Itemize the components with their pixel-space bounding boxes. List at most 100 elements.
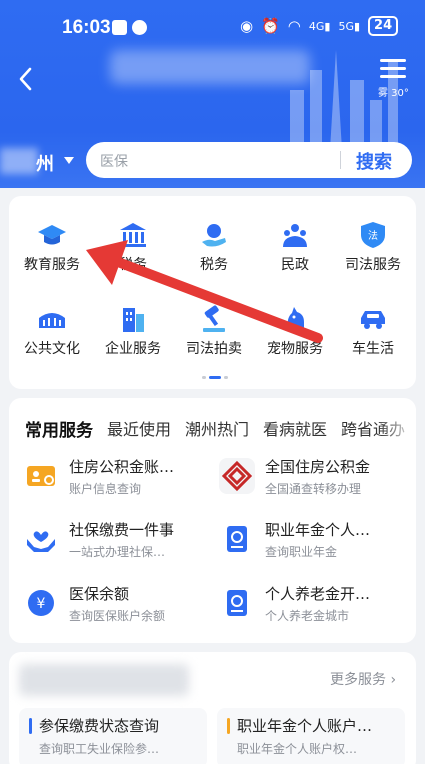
chevron-right-icon: › — [390, 672, 397, 688]
chevron-down-icon[interactable] — [64, 157, 74, 164]
housing-fund-logo-icon — [219, 458, 255, 494]
hands-heart-icon — [27, 531, 55, 552]
more-item-subtitle: 职业年金个人账户权… — [237, 742, 358, 756]
common-services-card: 常用服务 最近使用 潮州热门 看病就医 跨省通办 住房公积金账… 账户信息查询 … — [9, 398, 416, 643]
service-subtitle: 查询医保账户余额 — [69, 609, 166, 623]
tab-medical[interactable]: 看病就医 — [263, 416, 327, 441]
wifi-icon: ◠ — [287, 17, 301, 35]
service-subtitle: 账户信息查询 — [69, 482, 142, 496]
service-item-occupational-annuity[interactable]: 职业年金个人… 查询职业年金 — [219, 517, 409, 561]
grid-item-tax-1[interactable]: 税务 — [93, 220, 173, 300]
graduation-cap-icon — [38, 225, 66, 245]
grid-item-judicial-auction[interactable]: 司法拍卖 — [174, 304, 254, 384]
bank-building-icon — [120, 223, 146, 247]
hand-service-icon — [202, 224, 226, 247]
grid-item-label: 民政 — [281, 257, 309, 273]
city-selector[interactable]: 州 — [0, 148, 60, 175]
search-bar[interactable]: 医保 搜索 — [86, 142, 412, 178]
service-title: 全国住房公积金 — [265, 458, 371, 476]
service-title: 社保缴费一件事 — [69, 521, 175, 539]
gavel-icon — [203, 305, 225, 332]
service-subtitle: 全国通查转移办理 — [265, 482, 362, 496]
more-item-title: 参保缴费状态查询 — [39, 717, 160, 735]
city-name: 州 — [36, 154, 54, 175]
grid-item-enterprise[interactable]: 企业服务 — [93, 304, 173, 384]
grid-item-label: 司法服务 — [345, 257, 401, 273]
service-grid: 教育服务 税务 税务 民政 法 司法服务 公共文化 企业服务 司法拍卖 宠物服务… — [9, 196, 416, 389]
menu-icon[interactable] — [378, 56, 408, 82]
signal-4g-icon: 4G▮ — [308, 19, 331, 33]
more-item-insurance-status[interactable]: 参保缴费状态查询 查询职工失业保险参… — [19, 708, 207, 764]
more-item-annuity-account[interactable]: 职业年金个人账户… 职业年金个人账户权… — [217, 708, 405, 764]
service-title: 住房公积金账… — [69, 458, 175, 476]
service-title: 医保余额 — [69, 585, 130, 603]
svg-text:¥: ¥ — [37, 596, 46, 612]
grid-item-education[interactable]: 教育服务 — [12, 220, 92, 300]
alarm-icon: ⏰ — [261, 17, 280, 35]
office-building-icon — [123, 308, 144, 332]
accent-bar — [227, 718, 230, 734]
grid-item-car-life[interactable]: 车生活 — [333, 304, 413, 384]
service-subtitle: 查询职业年金 — [265, 545, 338, 559]
more-services-link[interactable]: 更多服务 › — [330, 669, 396, 689]
more-services-card: 更多服务 › 参保缴费状态查询 查询职工失业保险参… 职业年金个人账户… 职业年… — [9, 652, 416, 764]
app-header: 16:03 ◉ ⏰ ◠ 4G▮ 5G▮ 24 雾 30° 州 医保 搜索 — [0, 0, 425, 188]
battery-icon: 24 — [368, 16, 399, 36]
section-title-blurred — [19, 664, 189, 696]
grid-item-tax-2[interactable]: 税务 — [174, 220, 254, 300]
service-item-medical-balance[interactable]: ¥ 医保余额 查询医保账户余额 — [23, 581, 213, 625]
city-name-blurred — [0, 148, 38, 174]
yuan-coin-icon: ¥ — [28, 590, 54, 616]
search-button[interactable]: 搜索 — [356, 148, 392, 174]
grid-item-label: 税务 — [200, 257, 228, 273]
back-icon[interactable] — [12, 64, 42, 94]
grid-item-label: 司法拍卖 — [186, 341, 242, 357]
grid-item-judicial-service[interactable]: 法 司法服务 — [333, 220, 413, 300]
eye-icon: ◉ — [240, 17, 254, 35]
document-search-icon — [227, 590, 247, 616]
service-item-social-insurance[interactable]: 社保缴费一件事 一站式办理社保… — [23, 517, 213, 561]
weather-label: 雾 30° — [378, 88, 409, 99]
service-title: 个人养老金开… — [265, 585, 371, 603]
page-indicator — [202, 376, 228, 379]
search-input[interactable]: 医保 — [100, 151, 128, 171]
car-icon — [361, 311, 385, 329]
grid-item-label: 宠物服务 — [267, 341, 323, 357]
pet-icon — [287, 307, 304, 331]
chat-notification-icon — [132, 20, 147, 35]
more-services-label: 更多服务 — [330, 672, 386, 688]
people-icon — [283, 224, 307, 247]
signal-5g-icon: 5G▮ — [338, 19, 361, 33]
tabs-fade-overlay — [379, 408, 416, 448]
page-dot-active — [209, 376, 221, 379]
more-item-subtitle: 查询职工失业保险参… — [39, 742, 160, 756]
tab-common-services[interactable]: 常用服务 — [25, 416, 93, 441]
id-card-icon — [27, 466, 55, 486]
document-search-icon — [227, 526, 247, 552]
page-dot — [202, 376, 206, 379]
tab-chaozhou-hot[interactable]: 潮州热门 — [185, 416, 249, 441]
page-dot — [224, 376, 228, 379]
grid-item-label: 公共文化 — [24, 341, 80, 357]
grid-item-pet-service[interactable]: 宠物服务 — [255, 304, 335, 384]
service-title: 职业年金个人… — [265, 521, 371, 539]
more-item-title: 职业年金个人账户… — [237, 717, 373, 735]
grid-item-public-culture[interactable]: 公共文化 — [12, 304, 92, 384]
notification-icon — [112, 20, 127, 35]
stadium-icon — [39, 313, 65, 328]
search-divider — [340, 151, 341, 169]
accent-bar — [29, 718, 32, 734]
grid-item-label: 车生活 — [352, 341, 394, 357]
svg-text:法: 法 — [368, 229, 378, 242]
service-subtitle: 个人养老金城市 — [265, 609, 350, 623]
grid-item-civil-affairs[interactable]: 民政 — [255, 220, 335, 300]
tab-recent[interactable]: 最近使用 — [107, 416, 171, 441]
service-item-housing-fund-account[interactable]: 住房公积金账… 账户信息查询 — [23, 454, 213, 498]
service-tabs: 常用服务 最近使用 潮州热门 看病就医 跨省通办 — [25, 416, 405, 441]
grid-item-label: 税务 — [119, 257, 147, 273]
grid-item-label: 教育服务 — [24, 257, 80, 273]
grid-item-label: 企业服务 — [105, 341, 161, 357]
service-item-national-housing-fund[interactable]: 全国住房公积金 全国通查转移办理 — [219, 454, 409, 498]
service-item-personal-pension[interactable]: 个人养老金开… 个人养老金城市 — [219, 581, 409, 625]
law-shield-icon: 法 — [361, 222, 385, 248]
